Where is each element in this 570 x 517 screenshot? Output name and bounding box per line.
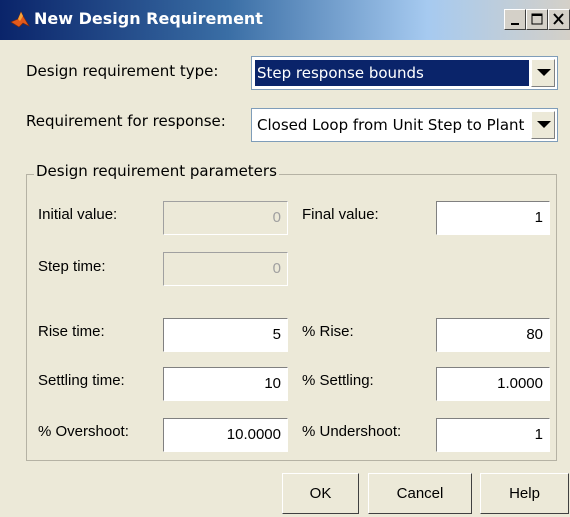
dropdown-arrow-icon [537, 121, 551, 128]
minimize-button[interactable] [504, 9, 526, 30]
settling-time-label: Settling time: [38, 372, 125, 389]
pct-undershoot-label: % Undershoot: [302, 423, 402, 440]
dropdown-arrow-icon [537, 69, 551, 76]
close-button[interactable] [548, 9, 570, 30]
pct-settling-field[interactable]: 1.0000 [436, 367, 550, 401]
cancel-button[interactable]: Cancel [368, 473, 472, 514]
pct-rise-label: % Rise: [302, 323, 354, 340]
pct-settling-label: % Settling: [302, 372, 374, 389]
title-bar[interactable]: New Design Requirement [0, 0, 570, 40]
requirement-type-dropdown[interactable]: Step response bounds [251, 56, 558, 90]
requirement-type-value: Step response bounds [255, 60, 529, 86]
response-dropdown-arrow[interactable] [531, 111, 555, 139]
window-title: New Design Requirement [34, 9, 263, 28]
final-value-label: Final value: [302, 206, 379, 223]
parameters-group-title: Design requirement parameters [34, 162, 279, 180]
help-button[interactable]: Help [480, 473, 569, 514]
pct-undershoot-field[interactable]: 1 [436, 418, 550, 452]
pct-overshoot-label: % Overshoot: [38, 423, 129, 440]
response-dropdown[interactable]: Closed Loop from Unit Step to Plant [251, 108, 558, 142]
settling-time-field[interactable]: 10 [163, 367, 288, 401]
pct-rise-field[interactable]: 80 [436, 318, 550, 352]
final-value-field[interactable]: 1 [436, 201, 550, 235]
dialog-window: New Design Requirement Design requiremen… [0, 0, 570, 517]
rise-time-label: Rise time: [38, 323, 105, 340]
requirement-type-label: Design requirement type: [26, 62, 219, 80]
response-label: Requirement for response: [26, 112, 226, 130]
initial-value-field: 0 [163, 201, 288, 235]
ok-button[interactable]: OK [282, 473, 359, 514]
rise-time-field[interactable]: 5 [163, 318, 288, 352]
response-value: Closed Loop from Unit Step to Plant [257, 116, 525, 134]
maximize-button[interactable] [526, 9, 548, 30]
close-icon [553, 13, 564, 25]
initial-value-label: Initial value: [38, 206, 118, 223]
maximize-icon [531, 13, 543, 25]
matlab-logo-icon [10, 10, 30, 30]
step-time-label: Step time: [38, 258, 106, 275]
requirement-type-dropdown-arrow[interactable] [531, 59, 555, 87]
minimize-icon [511, 23, 519, 25]
step-time-field: 0 [163, 252, 288, 286]
pct-overshoot-field[interactable]: 10.0000 [163, 418, 288, 452]
